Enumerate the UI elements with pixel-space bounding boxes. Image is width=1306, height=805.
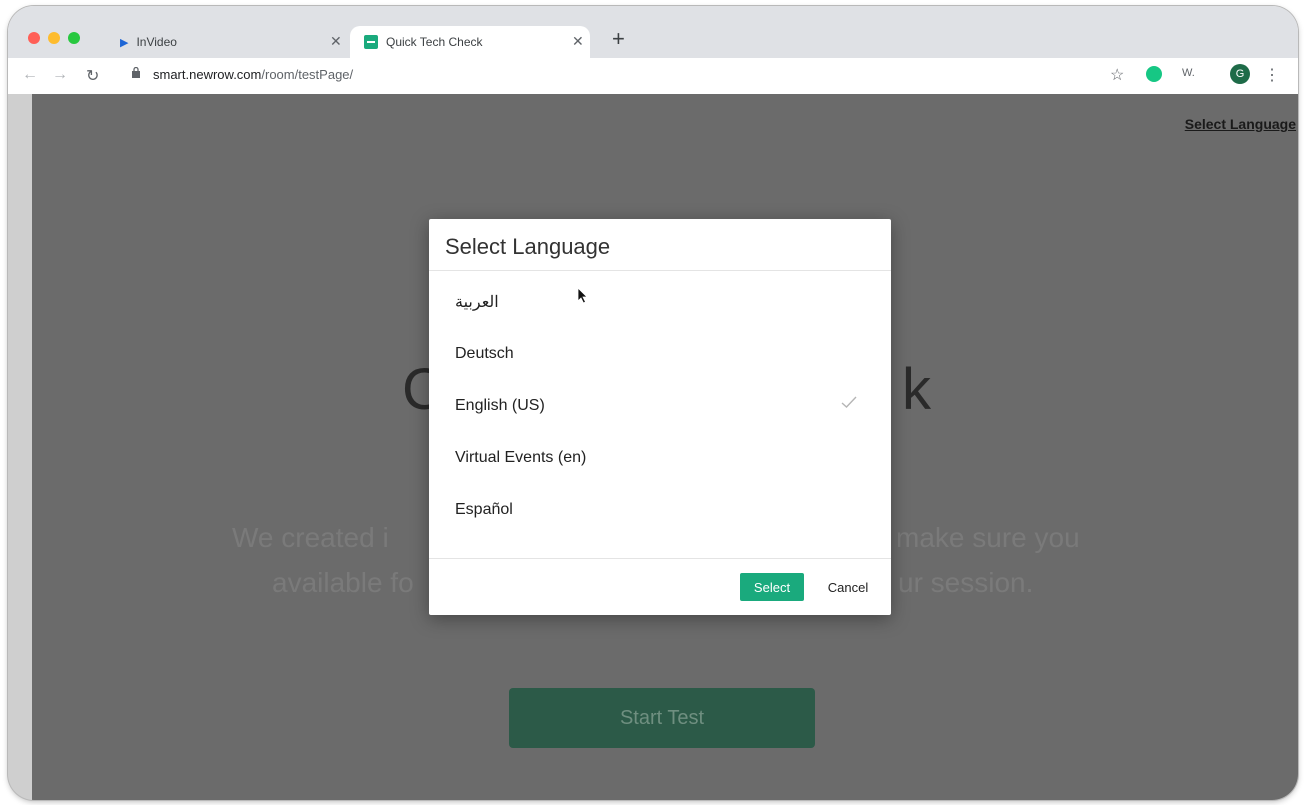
dialog-title: Select Language bbox=[445, 234, 611, 259]
select-language-link[interactable]: Select Language bbox=[1185, 116, 1296, 132]
language-label: Virtual Events (en) bbox=[455, 449, 587, 466]
language-label: العربية bbox=[455, 294, 499, 311]
cancel-button[interactable]: Cancel bbox=[817, 573, 879, 601]
invideo-play-icon: ▶ bbox=[120, 36, 129, 49]
lock-icon bbox=[132, 67, 140, 78]
mouse-cursor-icon bbox=[578, 288, 588, 304]
tab-title: Quick Tech Check bbox=[386, 35, 483, 49]
language-option-deutsch[interactable]: Deutsch bbox=[429, 328, 891, 380]
language-option-espanol[interactable]: Español bbox=[429, 484, 891, 536]
close-window-button[interactable] bbox=[28, 32, 40, 44]
subtitle2-left: available fo bbox=[272, 567, 414, 598]
checkmark-icon bbox=[841, 396, 857, 408]
subtitle-right: make sure you bbox=[896, 522, 1080, 553]
extension-green-icon[interactable] bbox=[1146, 66, 1162, 82]
forward-arrow-icon[interactable]: → bbox=[52, 66, 68, 84]
select-language-dialog: Select Language العربية Deutsch English … bbox=[429, 219, 891, 615]
profile-avatar[interactable]: G bbox=[1230, 64, 1250, 84]
language-option-virtual-events[interactable]: Virtual Events (en) bbox=[429, 432, 891, 484]
bookmark-star-icon[interactable]: ☆ bbox=[1110, 65, 1124, 85]
language-label: Español bbox=[455, 501, 513, 518]
footer-divider bbox=[429, 558, 891, 559]
maximize-window-button[interactable] bbox=[68, 32, 80, 44]
language-label: English (US) bbox=[455, 397, 545, 414]
browser-toolbar: ← → ↻ smart.newrow.com/room/testPage/ ☆ … bbox=[8, 58, 1298, 94]
language-label: Deutsch bbox=[455, 345, 514, 362]
language-option-arabic[interactable]: العربية bbox=[429, 276, 891, 328]
subtitle-left: We created i bbox=[232, 522, 389, 553]
page-title-right: k bbox=[902, 357, 933, 422]
browser-window: ▶ InVideo ✕ Quick Tech Check ✕ + ← → ↻ s… bbox=[8, 6, 1298, 800]
subtitle2-right: ur session. bbox=[898, 567, 1034, 598]
tab-title: InVideo bbox=[136, 35, 177, 49]
select-button[interactable]: Select bbox=[740, 573, 804, 601]
menu-kebab-icon[interactable]: ⋮ bbox=[1264, 65, 1280, 85]
close-tab-icon[interactable]: ✕ bbox=[572, 33, 584, 50]
tab-strip: ▶ InVideo ✕ Quick Tech Check ✕ + bbox=[8, 6, 1298, 58]
url-host: smart.newrow.com bbox=[153, 67, 262, 82]
reload-icon[interactable]: ↻ bbox=[86, 66, 99, 86]
extension-w-label[interactable]: W. bbox=[1182, 67, 1195, 79]
back-arrow-icon[interactable]: ← bbox=[22, 66, 38, 84]
header-divider bbox=[429, 270, 891, 271]
tab-invideo[interactable]: ▶ InVideo ✕ bbox=[108, 26, 348, 58]
address-bar[interactable]: smart.newrow.com/room/testPage/ bbox=[153, 67, 353, 82]
newrow-favicon-icon bbox=[364, 35, 378, 49]
start-test-button[interactable]: Start Test bbox=[509, 688, 815, 748]
tab-quick-tech-check[interactable]: Quick Tech Check ✕ bbox=[350, 26, 590, 58]
minimize-window-button[interactable] bbox=[48, 32, 60, 44]
url-path: /room/testPage/ bbox=[261, 67, 354, 82]
close-tab-icon[interactable]: ✕ bbox=[330, 33, 342, 50]
language-option-english-us[interactable]: English (US) bbox=[429, 380, 891, 432]
new-tab-icon[interactable]: + bbox=[612, 26, 625, 52]
browser-chrome: ▶ InVideo ✕ Quick Tech Check ✕ + ← → ↻ s… bbox=[8, 6, 1298, 94]
